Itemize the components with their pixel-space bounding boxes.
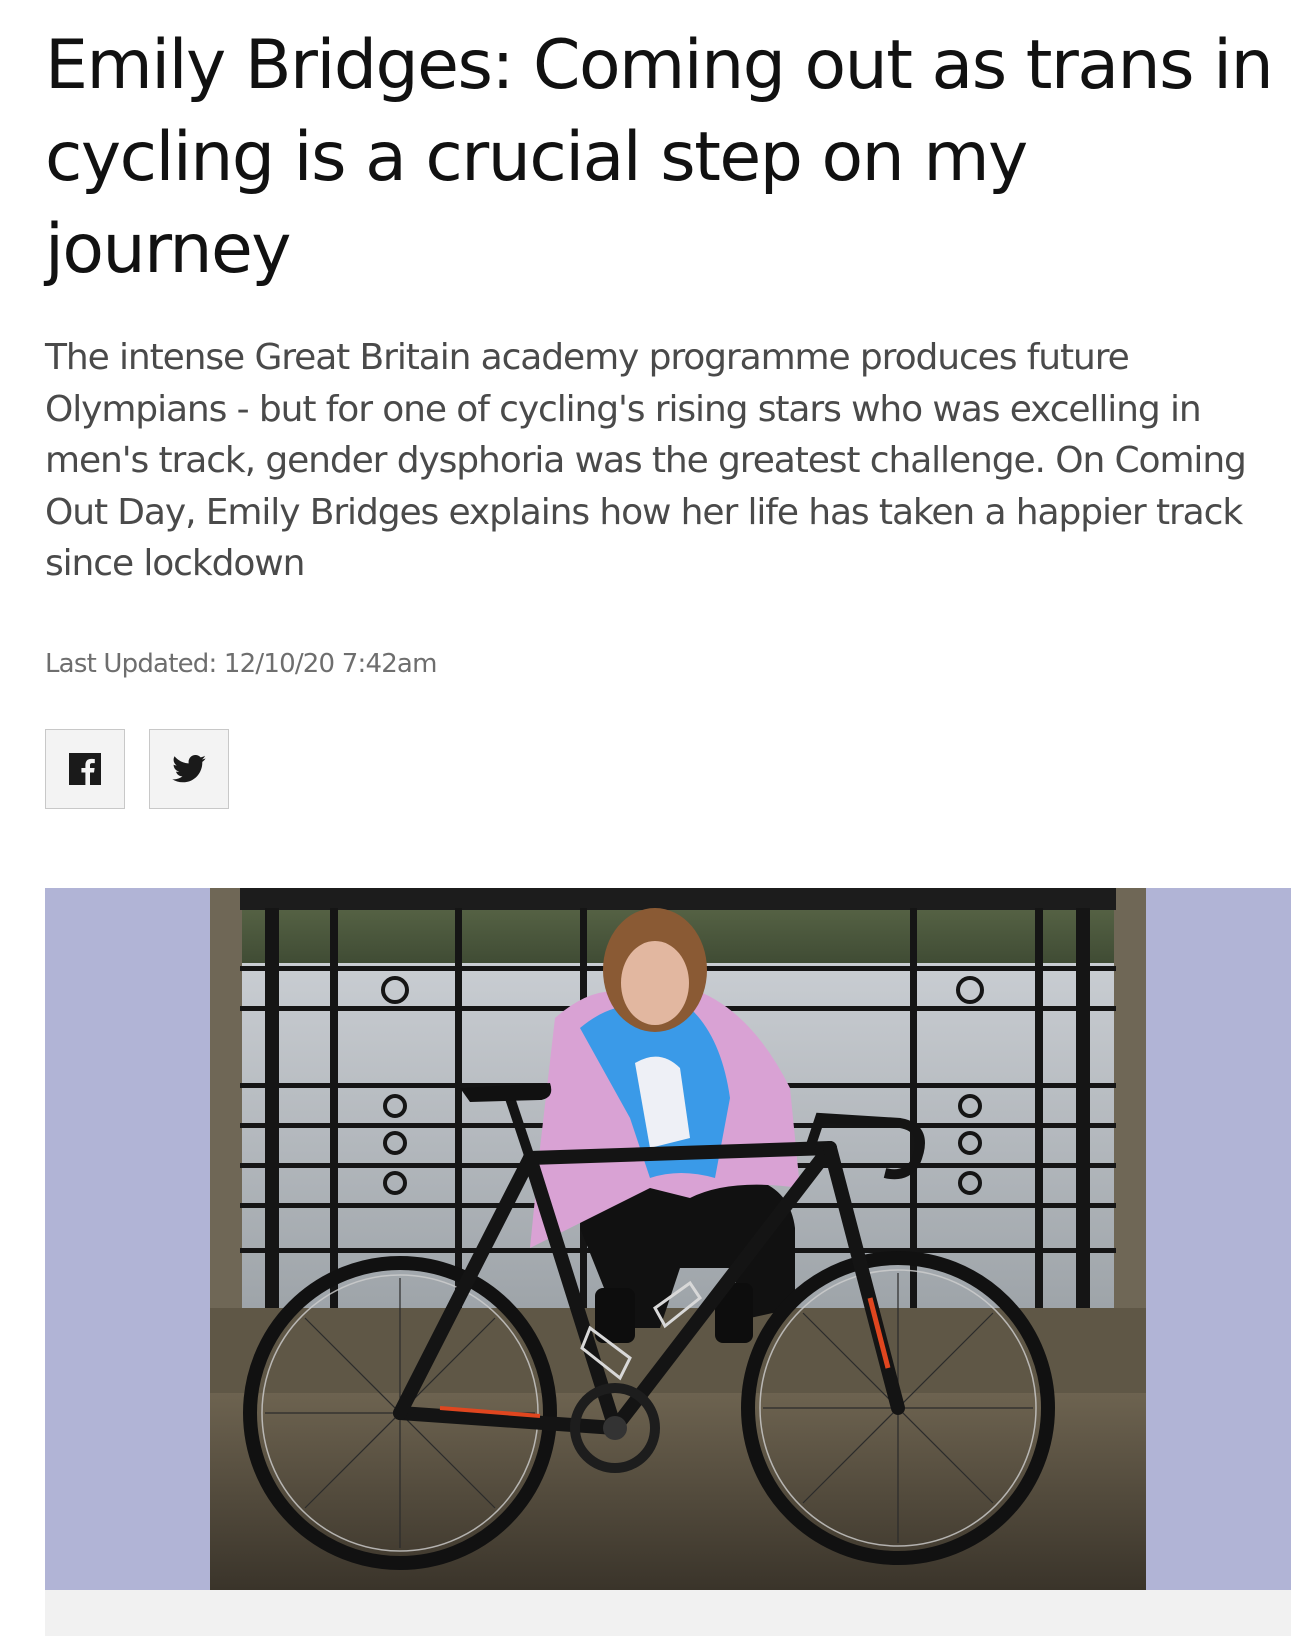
facebook-share-button[interactable]	[45, 729, 125, 809]
standfirst: The intense Great Britain academy progra…	[45, 337, 1247, 584]
twitter-share-button[interactable]	[149, 729, 229, 809]
share-buttons	[45, 729, 229, 809]
hero-photo	[210, 888, 1146, 1590]
twitter-icon	[172, 755, 206, 783]
image-caption-bar	[45, 1590, 1291, 1636]
headline: Emily Bridges: Coming out as trans in cy…	[45, 26, 1274, 289]
facebook-icon	[69, 753, 101, 785]
article-image	[45, 888, 1291, 1590]
last-updated: Last Updated: 12/10/20 7:42am	[45, 649, 437, 679]
